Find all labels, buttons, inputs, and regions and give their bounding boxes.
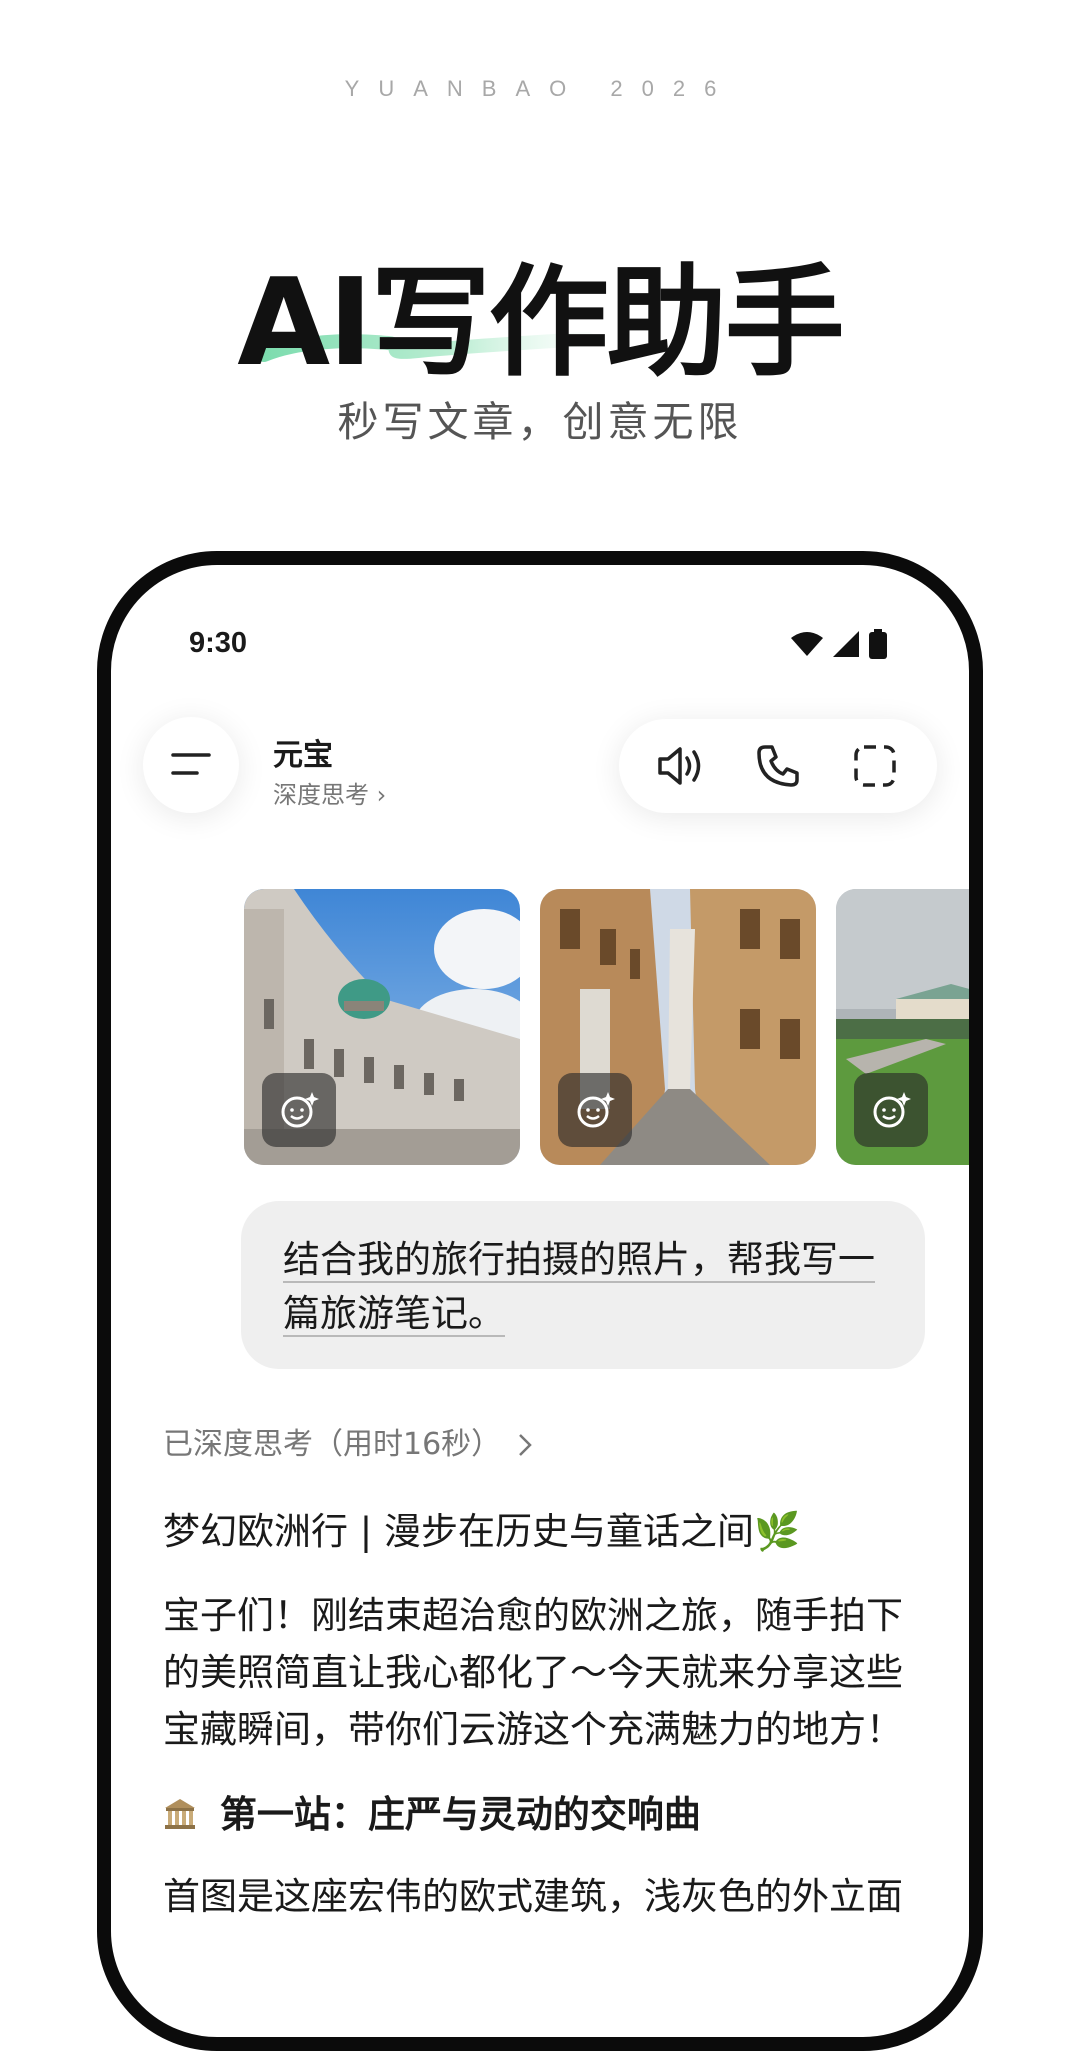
narrow-street-photo[interactable] [540,889,816,1165]
chat-title: 元宝 [273,738,333,773]
answer-intro-line: 宝子们！刚结束超治愈的欧洲之旅，随手拍下 [163,1594,903,1637]
answer-section-body: 首图是这座宏伟的欧式建筑，浅灰色的外立面 [163,1875,903,1918]
chevron-right-icon [518,1434,532,1456]
chevron-right-icon: › [376,781,387,809]
sparkle-face-icon [281,1092,319,1128]
palace-garden-photo[interactable] [836,889,969,1165]
phone-icon [757,745,799,787]
answer-intro-line: 宝藏瞬间，带你们云游这个充满魅力的地方！ [163,1708,903,1751]
thinking-status[interactable]: 已深度思考（用时16秒） [163,1419,533,1463]
photo-strip [244,889,969,1165]
answer-intro-line: 的美照简直让我心都化了～今天就来分享这些 [163,1651,903,1694]
user-message-bubble[interactable]: 结合我的旅行拍摄的照片，帮我写一 篇旅游笔记。 [241,1201,925,1369]
classical-building-icon [165,1799,195,1829]
thinking-status-label: 已深度思考（用时16秒） [163,1427,502,1462]
answer-section-title: 第一站：庄严与灵动的交响曲 [219,1793,701,1836]
page-headline: AI写作助手 [237,254,845,393]
speaker-icon [658,747,701,785]
assistant-answer: 梦幻欧洲行 | 漫步在历史与童话之间🌿 宝子们！刚结束超治愈的欧洲之旅，随手拍下… [163,1505,943,1955]
page-subheadline: 秒写文章，创意无限 [337,398,743,446]
battery-icon [869,629,887,659]
status-icons [791,629,887,659]
menu-button[interactable] [143,717,239,813]
answer-title: 梦幻欧洲行 | 漫步在历史与童话之间🌿 [163,1510,801,1553]
header-actions [619,719,937,813]
sparkle-face-icon [577,1092,615,1128]
call-button[interactable] [748,736,808,796]
photo-edit-button[interactable] [854,1073,928,1147]
wifi-icon [791,632,823,656]
signal-icon [833,631,859,657]
photo-edit-button[interactable] [262,1073,336,1147]
thinking-mode-selector[interactable]: 深度思考 › [273,775,386,810]
brand-label: YUANBAO 2026 [344,76,736,101]
answer-intro: 宝子们！刚结束超治愈的欧洲之旅，随手拍下 的美照简直让我心都化了～今天就来分享这… [163,1587,943,1758]
user-message-line: 篇旅游笔记。 [283,1292,505,1337]
screenshot-button[interactable] [845,736,905,796]
screenshot-icon [853,745,896,787]
thinking-mode-label: 深度思考 [273,781,369,809]
speaker-button[interactable] [651,736,711,796]
status-time: 9:30 [189,627,248,659]
menu-icon [171,753,211,775]
phone-frame: 9:30 元宝 深度思考 › 结合我的旅行拍摄的照片，帮我写一 篇旅游笔记。 已… [97,551,983,2051]
user-message-line: 结合我的旅行拍摄的照片，帮我写一 [283,1238,875,1283]
answer-section-heading: 第一站：庄严与灵动的交响曲 [163,1788,943,1842]
sparkle-face-icon [873,1092,911,1128]
photo-edit-button[interactable] [558,1073,632,1147]
ornate-palace-photo[interactable] [244,889,520,1165]
